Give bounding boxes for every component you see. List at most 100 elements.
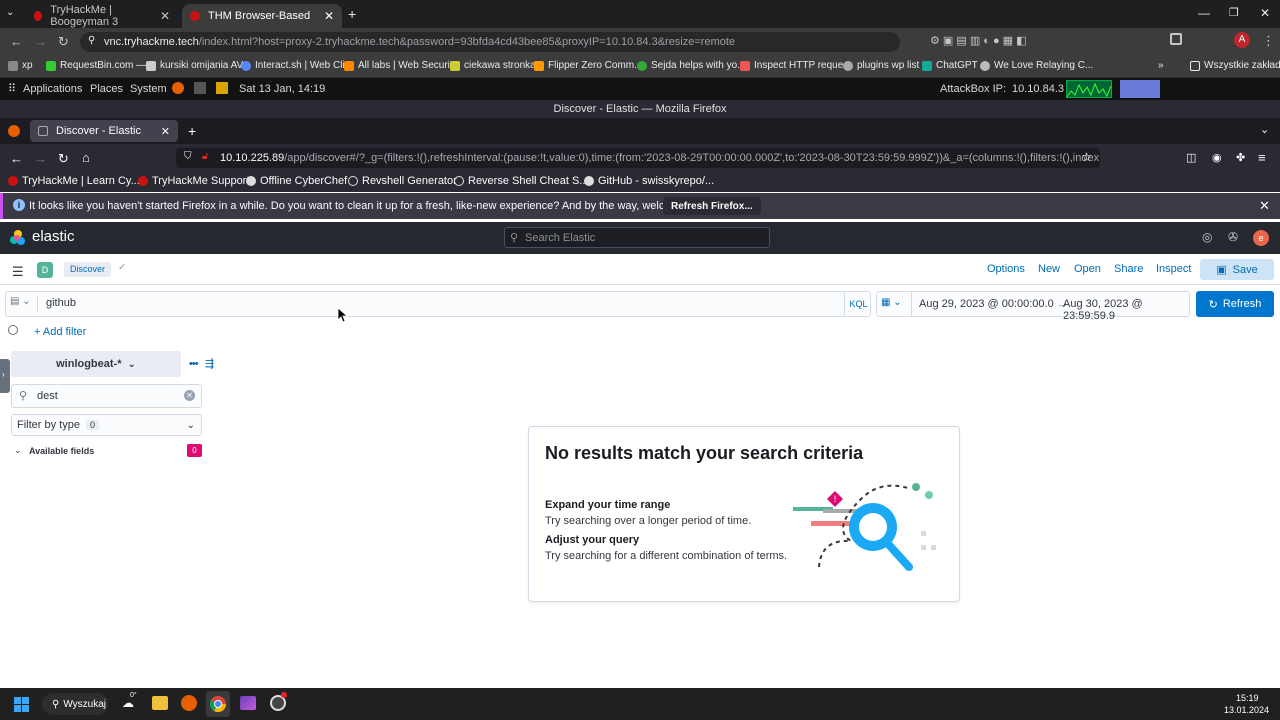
elastic-logo-icon[interactable] (10, 230, 26, 246)
share-link[interactable]: Share (1114, 263, 1143, 275)
extension-icon[interactable]: ◉ (1212, 151, 1222, 164)
bookmark-flipper[interactable]: Flipper Zero Comm... (534, 60, 642, 71)
ff-bookmark-cyberchef[interactable]: Offline CyberChef (246, 175, 347, 187)
bookmark-ciekawa[interactable]: ciekawa stronka (450, 60, 536, 71)
breadcrumb-discover[interactable]: Discover (64, 262, 112, 277)
bookmark-all-labs[interactable]: All labs | Web Securi... (344, 60, 458, 71)
editor-launcher-icon[interactable] (216, 82, 228, 94)
extensions-icon[interactable]: ⚙ ▣ ▤ ▥ ◐ ● ▦ ◧ (930, 34, 1027, 47)
add-filter-button[interactable]: + Add filter (34, 326, 86, 338)
apps-grid-icon[interactable]: ⠿ (8, 82, 16, 95)
clear-search-icon[interactable]: ✕ (184, 390, 195, 401)
ff-bookmark-github[interactable]: GitHub - swisskyrepo/... (584, 175, 714, 187)
menu-toggle-icon[interactable]: ☰ (12, 264, 24, 280)
all-bookmarks-folder[interactable]: Wszystkie zakładki (1190, 60, 1280, 71)
chrome-tab-thm-browser[interactable]: THM Browser-Based ✕ (182, 4, 342, 28)
pocket-icon[interactable]: ◫ (1186, 151, 1196, 164)
firefox-url-bar[interactable]: ⛉ 🔓︎ 10.10.225.89/app/discover#/?_g=(fil… (176, 148, 1100, 168)
list-all-tabs-icon[interactable]: ⌄ (1260, 123, 1269, 136)
close-tab-icon[interactable]: ✕ (160, 9, 170, 23)
taskbar-search[interactable]: ⚲ Wyszukaj (42, 693, 108, 715)
firefox-taskbar-icon[interactable] (181, 695, 197, 711)
saved-query-icon[interactable]: ▤ ⌄ (10, 296, 38, 312)
kql-toggle[interactable]: KQL (844, 292, 872, 316)
filter-by-type-button[interactable]: Filter by type 0 ⌄ (11, 414, 202, 436)
news-feed-icon[interactable]: ✇ (1228, 230, 1238, 244)
elastic-global-search[interactable]: ⚲ Search Elastic (504, 227, 770, 248)
ff-bookmark-revshell[interactable]: Revshell Generator (348, 175, 457, 187)
more-bookmarks-icon[interactable]: » (1158, 60, 1164, 71)
reload-icon[interactable]: ↻ (58, 151, 69, 167)
bookmark-sejda[interactable]: Sejda helps with yo... (637, 60, 746, 71)
firefox-new-tab-icon[interactable]: + (188, 123, 196, 139)
active-window-button[interactable] (1120, 80, 1160, 98)
menu-system[interactable]: System (130, 83, 167, 95)
chrome-menu-icon[interactable]: ⋮ (1262, 33, 1275, 49)
available-fields-heading[interactable]: Available fields (29, 446, 94, 456)
filter-options-icon[interactable] (8, 325, 18, 335)
bookmark-xp[interactable]: xp (8, 60, 33, 71)
open-link[interactable]: Open (1074, 263, 1101, 275)
forward-icon[interactable]: → (34, 151, 47, 166)
index-options-icon[interactable]: ••• (189, 358, 199, 370)
chrome-address-bar[interactable]: ⚲ vnc.tryhackme.tech/index.html?host=pro… (80, 32, 900, 52)
bookmark-plugins-wp[interactable]: plugins wp list (843, 60, 919, 71)
ff-bookmark-thm-support[interactable]: TryHackMe Support (138, 175, 249, 187)
extensions-icon[interactable]: ✤ (1236, 151, 1245, 164)
bookmark-relaying[interactable]: We Love Relaying C... (980, 60, 1093, 71)
site-info-icon[interactable]: ⚲ (88, 35, 95, 46)
date-end[interactable]: Aug 30, 2023 @ 23:59:59.9 (1063, 298, 1189, 322)
tab-search-icon[interactable]: ⌄ (6, 7, 14, 18)
home-icon[interactable]: ⌂ (82, 150, 90, 165)
bookmark-interactsh[interactable]: Interact.sh | Web Cli... (241, 60, 353, 71)
back-icon[interactable]: ← (10, 151, 23, 166)
forward-icon[interactable]: → (34, 34, 47, 49)
bookmark-chatgpt[interactable]: ChatGPT (922, 60, 978, 71)
sidebar-collapse-handle[interactable]: › (0, 359, 10, 393)
sidebar-icon[interactable] (1170, 33, 1182, 45)
profile-avatar[interactable]: A (1234, 32, 1250, 48)
calendar-quick-menu-icon[interactable]: ▦ ⌄ (881, 297, 909, 308)
chrome-taskbar-item[interactable] (206, 691, 230, 717)
space-avatar[interactable]: D (37, 262, 53, 278)
firefox-view-icon[interactable] (8, 125, 20, 137)
firefox-launcher-icon[interactable] (172, 82, 184, 94)
field-search-input[interactable]: ⚲ dest ✕ (11, 384, 202, 408)
refresh-firefox-button[interactable]: Refresh Firefox... (663, 197, 761, 215)
bookmark-kursiki[interactable]: kursiki omijania AV (146, 60, 243, 71)
options-link[interactable]: Options (987, 263, 1025, 275)
refresh-button[interactable]: ↻ Refresh (1196, 291, 1274, 317)
elastic-logo-text[interactable]: elastic (32, 228, 75, 245)
close-notice-icon[interactable]: ✕ (1259, 198, 1270, 214)
help-icon[interactable]: ◎ (1202, 230, 1212, 244)
video-app-icon[interactable] (240, 696, 256, 710)
firefox-menu-icon[interactable]: ≡ (1258, 150, 1266, 165)
inspect-link[interactable]: Inspect (1156, 263, 1191, 275)
bookmark-inspect-http[interactable]: Inspect HTTP reque... (740, 60, 852, 71)
user-avatar[interactable]: e (1253, 230, 1269, 246)
query-input[interactable]: github (46, 297, 76, 309)
bookmark-star-icon[interactable]: ☆ (1081, 150, 1092, 164)
menu-places[interactable]: Places (90, 83, 123, 95)
windows-start-icon[interactable] (14, 697, 29, 712)
back-icon[interactable]: ← (10, 34, 23, 49)
ff-bookmark-thm-learn[interactable]: TryHackMe | Learn Cy... (8, 175, 140, 187)
maximize-icon[interactable]: ❐ (1229, 6, 1239, 19)
minimize-icon[interactable]: — (1198, 6, 1210, 20)
tracking-protection-icon[interactable]: ⛉ (184, 151, 192, 162)
chevron-down-icon[interactable]: ⌄ (14, 445, 22, 456)
close-tab-icon[interactable]: ✕ (161, 125, 170, 138)
field-list-icon[interactable]: ⇶ (205, 357, 214, 370)
terminal-launcher-icon[interactable] (194, 82, 206, 94)
close-window-icon[interactable]: ✕ (1260, 6, 1270, 20)
date-start[interactable]: Aug 29, 2023 @ 00:00:00.0 (919, 298, 1054, 310)
menu-applications[interactable]: Applications (23, 83, 82, 95)
new-link[interactable]: New (1038, 263, 1060, 275)
new-tab-icon[interactable]: + (348, 6, 356, 22)
save-button[interactable]: ▣ Save (1200, 259, 1274, 280)
file-explorer-icon[interactable] (152, 696, 168, 710)
reload-icon[interactable]: ↻ (58, 34, 69, 50)
bookmark-requestbin[interactable]: RequestBin.com —... (46, 60, 154, 71)
firefox-tab-discover[interactable]: Discover - Elastic ✕ (30, 120, 178, 142)
ff-bookmark-cheat-sheet[interactable]: Reverse Shell Cheat S... (454, 175, 588, 187)
